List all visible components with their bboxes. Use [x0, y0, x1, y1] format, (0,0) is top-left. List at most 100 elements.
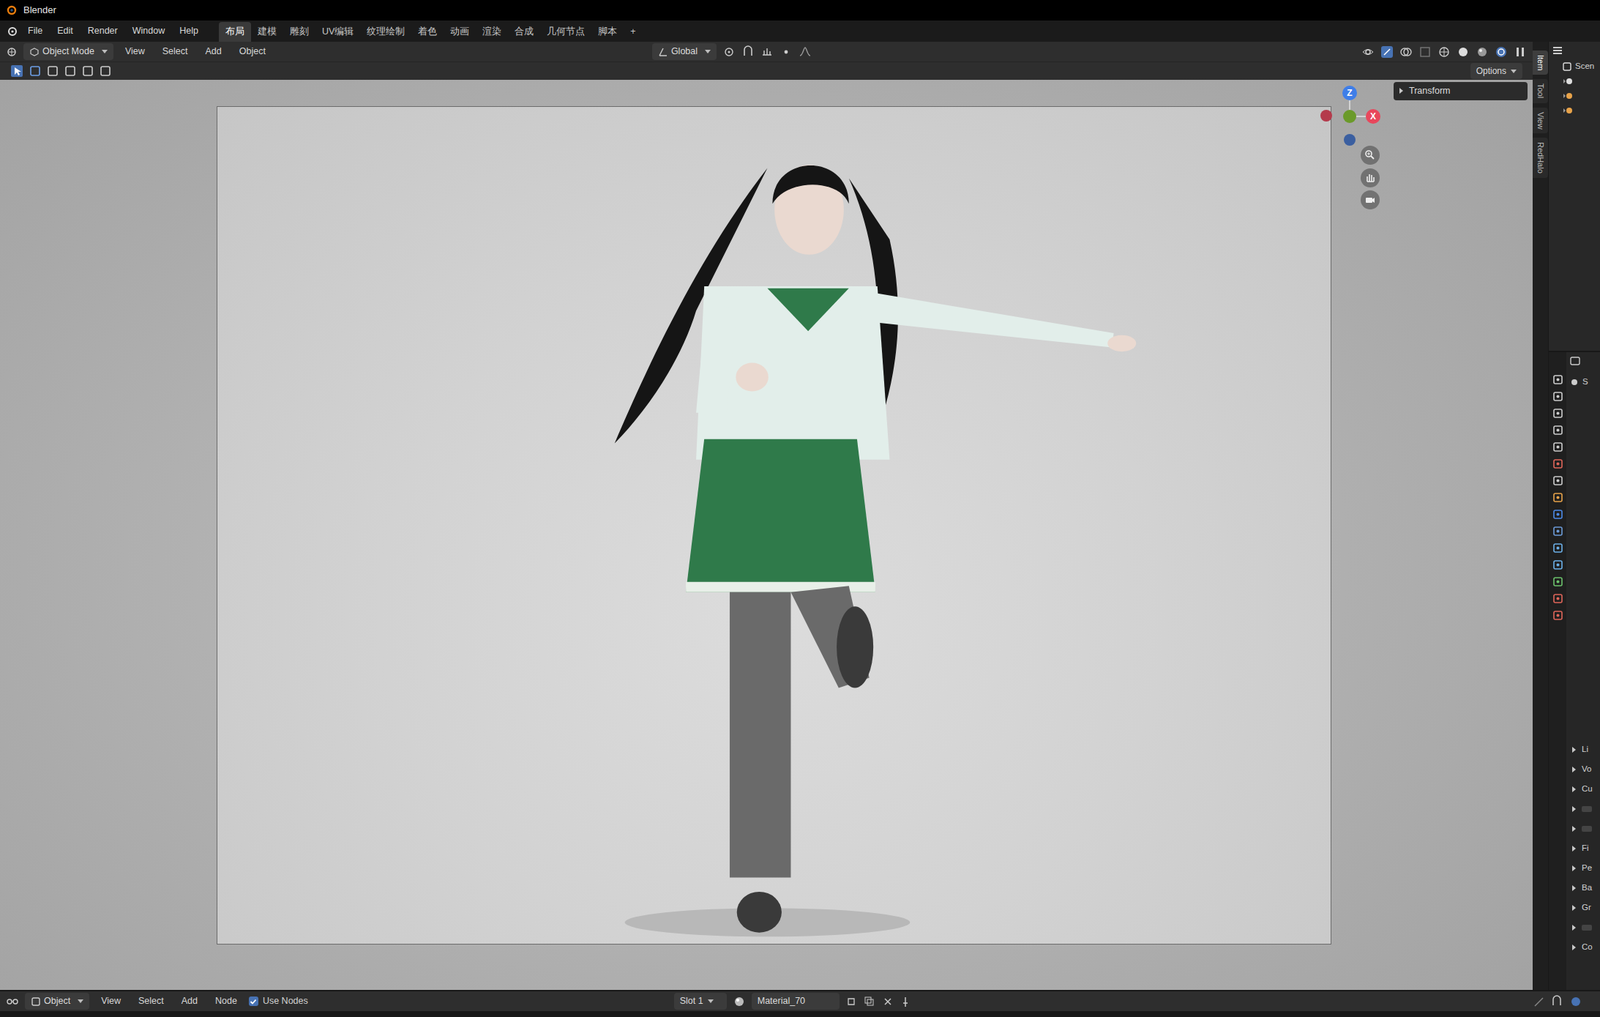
use-nodes-toggle[interactable]: Use Nodes — [248, 993, 309, 1008]
property-panel[interactable]: Li — [1566, 739, 1600, 760]
property-panel[interactable]: Vo — [1566, 759, 1600, 779]
camera-icon — [1364, 193, 1377, 206]
material-name-field[interactable]: Material_70 — [751, 992, 840, 1010]
outliner-header — [1548, 41, 1600, 60]
overlay-icon — [1569, 994, 1583, 1008]
workspace-tab[interactable]: UV编辑 — [315, 21, 361, 42]
zoom-button[interactable] — [1360, 145, 1380, 165]
property-panel[interactable] — [1566, 818, 1600, 839]
menu-item[interactable]: Edit — [51, 21, 80, 41]
slot-label: Slot 1 — [679, 993, 704, 1008]
viewport-menu[interactable]: Add — [199, 42, 228, 61]
solid-shading-icon — [1456, 45, 1470, 59]
properties-tabs — [1548, 352, 1567, 990]
select-invert-icon — [81, 65, 94, 77]
editor-type-icon — [5, 46, 18, 58]
tool-header: Options — [0, 61, 1533, 80]
select-new-icon — [29, 65, 41, 77]
workspace-tab[interactable]: 建模 — [251, 21, 284, 42]
workspace-tab[interactable]: 几何节点 — [540, 21, 592, 42]
node-menu[interactable]: View — [95, 991, 127, 1011]
viewport-menu[interactable]: View — [119, 42, 151, 61]
workspace-tab[interactable]: 渲染 — [475, 21, 508, 42]
slot-dropdown[interactable]: Slot 1 — [674, 992, 727, 1010]
outliner-row[interactable]: Scen — [1548, 59, 1600, 74]
properties-editor-icon — [1569, 354, 1581, 367]
sidebar-tab[interactable]: Item — [1532, 50, 1549, 75]
header-center: Global — [652, 43, 812, 61]
sidebar-tab[interactable]: Tool — [1532, 79, 1549, 103]
node-menu[interactable]: Select — [132, 991, 170, 1011]
property-panel[interactable]: Pe — [1566, 857, 1600, 878]
add-workspace-button[interactable]: + — [623, 21, 642, 42]
workspace-tab[interactable]: 纹理绘制 — [360, 21, 412, 42]
rendered-shading-icon — [1494, 45, 1508, 59]
menu-item[interactable]: File — [21, 21, 49, 41]
status-bar — [0, 1010, 1600, 1017]
panel-title: Vo — [1581, 762, 1592, 776]
orientation-dropdown[interactable]: Global — [652, 43, 717, 61]
viewport-menu[interactable]: Select — [156, 42, 194, 61]
camera-button[interactable] — [1360, 190, 1380, 210]
viewport-menu[interactable]: Object — [233, 42, 272, 61]
property-panel[interactable]: Fi — [1566, 838, 1600, 858]
header-right — [1361, 45, 1527, 59]
workspace-tab[interactable]: 着色 — [411, 21, 444, 42]
navigation-gizmo[interactable]: ZX — [1313, 85, 1395, 222]
menu-item[interactable]: Render — [81, 21, 124, 41]
property-panel[interactable]: Ba — [1566, 877, 1600, 898]
menu-item[interactable]: Help — [173, 21, 205, 41]
render-image — [217, 106, 1331, 944]
select-tool-icon — [10, 64, 24, 78]
workspace-tab[interactable]: 合成 — [507, 21, 541, 42]
properties-header — [1566, 352, 1600, 370]
properties-content: SLiVoCuFiPeBaGrCo — [1566, 352, 1600, 990]
3d-viewport[interactable]: Object Mode View Select Add Object Global Opt… — [0, 41, 1533, 990]
outliner-row[interactable] — [1548, 88, 1600, 104]
mode-dropdown[interactable]: Object Mode — [23, 43, 114, 61]
property-tab-icon — [1552, 374, 1564, 385]
node-menu[interactable]: Add — [175, 991, 204, 1011]
workspace-tab[interactable]: 动画 — [443, 21, 476, 42]
pin-icon — [899, 995, 912, 1008]
property-tab-icon — [1552, 424, 1564, 436]
workspace-tab[interactable]: 脚本 — [591, 21, 624, 42]
use-nodes-checkbox[interactable] — [248, 996, 259, 1006]
property-tab-icon — [1552, 592, 1564, 604]
property-tab-icon — [1552, 576, 1564, 588]
negative-z-axis[interactable] — [1343, 133, 1356, 146]
outliner-label: Scen — [1575, 60, 1595, 73]
property-panel[interactable] — [1566, 917, 1600, 937]
node-header-left: Object ViewSelectAddNode Use Nodes — [5, 991, 309, 1011]
x-axis[interactable]: X — [1365, 109, 1381, 124]
outliner-row[interactable] — [1548, 73, 1600, 89]
negative-x-axis[interactable] — [1320, 109, 1333, 122]
hand-button[interactable] — [1360, 168, 1380, 188]
z-axis[interactable]: Z — [1342, 85, 1357, 101]
top-bar: FileEditRenderWindowHelp 布局建模雕刻UV编辑纹理绘制着色… — [0, 20, 1600, 42]
sidebar-tab[interactable]: View — [1532, 107, 1549, 134]
options-dropdown[interactable]: Options — [1470, 62, 1523, 80]
property-panel[interactable]: Gr — [1566, 897, 1600, 918]
outliner[interactable]: Scen — [1548, 41, 1600, 353]
properties-editor[interactable]: SLiVoCuFiPeBaGrCo — [1548, 352, 1600, 990]
menu-item[interactable]: Window — [126, 21, 171, 41]
workspace-tabs: 布局建模雕刻UV编辑纹理绘制着色动画渲染合成几何节点脚本+ — [218, 20, 643, 42]
shader-type-dropdown[interactable]: Object — [24, 992, 90, 1010]
use-nodes-label: Use Nodes — [262, 993, 309, 1008]
node-menu[interactable]: Node — [209, 991, 244, 1011]
select-subtract-icon — [64, 65, 77, 77]
workspace-tab[interactable]: 雕刻 — [283, 21, 316, 42]
workspace-tab[interactable]: 布局 — [218, 21, 252, 42]
expand-arrow-icon[interactable] — [1399, 87, 1404, 94]
y-axis[interactable] — [1343, 109, 1357, 123]
property-panel[interactable]: Cu — [1566, 778, 1600, 799]
transform-panel[interactable]: Transform — [1393, 81, 1528, 101]
shader-editor-header: Object ViewSelectAddNode Use Nodes Slot 1 Ma… — [0, 989, 1600, 1011]
panel-title: Li — [1581, 742, 1589, 756]
property-panel[interactable]: Co — [1566, 936, 1600, 957]
node-tool-icon — [1532, 995, 1545, 1008]
outliner-row[interactable] — [1548, 103, 1600, 118]
property-panel[interactable] — [1566, 798, 1600, 819]
sidebar-tab[interactable]: RedHalo — [1532, 137, 1549, 178]
